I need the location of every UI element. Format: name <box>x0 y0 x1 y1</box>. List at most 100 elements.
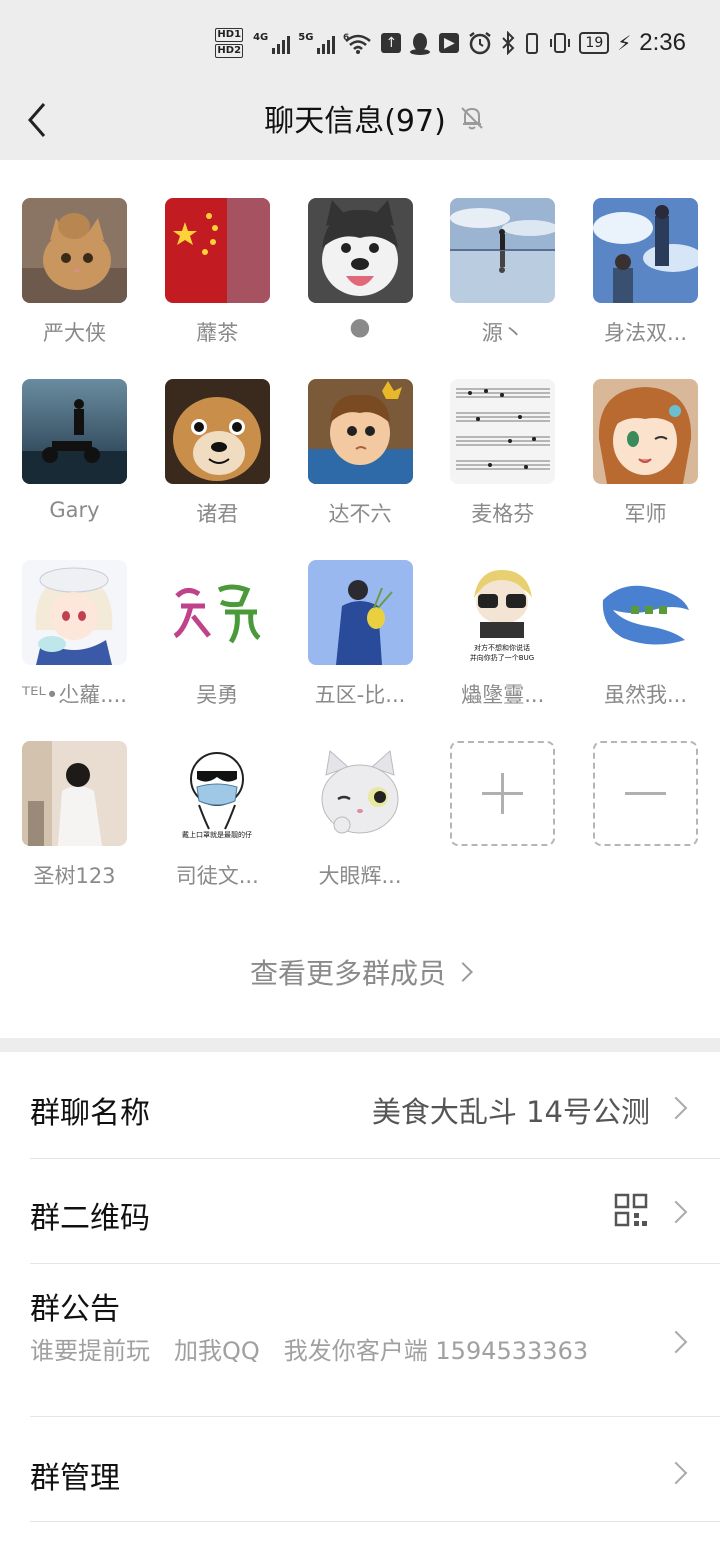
member-item[interactable]: 达不六 <box>307 379 413 560</box>
group-name-row[interactable]: 群聊名称 美食大乱斗 14号公测 <box>0 1052 720 1158</box>
notice-label: 群公告 <box>30 1292 120 1327</box>
bluetooth-icon <box>502 31 515 55</box>
avatar <box>307 198 413 303</box>
signal-5g-icon: 5G <box>298 32 336 54</box>
plus-icon <box>450 741 556 846</box>
member-name: 身法双... <box>603 321 688 345</box>
member-name: 军师 <box>624 502 667 526</box>
page-title: 聊天信息(97) <box>264 104 446 139</box>
notice-text: 谁要提前玩 加我QQ 我发你客户端 1594533363 <box>30 1337 589 1365</box>
wifi-icon: 6 <box>343 33 372 54</box>
member-item[interactable]: 源丶 <box>450 198 556 379</box>
member-name: 蘼茶 <box>196 321 239 345</box>
svg-text:并向你扔了一个BUG: 并向你扔了一个BUG <box>470 653 534 662</box>
avatar: 戴上口罩就是最靓的仔 <box>164 741 270 846</box>
avatar <box>22 560 127 665</box>
member-item[interactable]: 诸君 <box>164 379 270 560</box>
avatar <box>22 198 127 303</box>
avatar <box>307 741 413 846</box>
member-name: 五区-比... <box>314 683 406 707</box>
svg-text:戴上口罩就是最靓的仔: 戴上口罩就是最靓的仔 <box>182 830 252 839</box>
qr-code-row[interactable]: 群二维码 <box>0 1159 720 1263</box>
member-item[interactable]: 军师 <box>593 379 698 560</box>
member-item[interactable]: 大眼辉... <box>307 741 413 922</box>
member-name: 圣树123 <box>33 864 116 888</box>
member-item[interactable]: 麦格芬 <box>450 379 556 560</box>
hd2-label: HD2 <box>215 44 244 58</box>
avatar <box>450 198 556 303</box>
member-item[interactable]: ᵀᴱᴸ•尐蘿.... <box>22 560 127 741</box>
avatar <box>307 560 413 665</box>
member-name: 吴勇 <box>196 683 239 707</box>
signal-4g-icon: 4G <box>253 32 291 54</box>
member-item[interactable]: Gary <box>22 379 127 560</box>
group-name-label: 群聊名称 <box>30 1096 150 1131</box>
chevron-right-icon <box>664 1461 688 1485</box>
member-item[interactable]: 身法双... <box>593 198 698 379</box>
qq-icon <box>410 33 431 55</box>
member-item[interactable]: 对方不想和你说话 并向你扔了一个BUG 爞墬靊... <box>450 560 556 741</box>
remove-member-button[interactable] <box>593 741 698 922</box>
member-item[interactable]: 五区-比... <box>307 560 413 741</box>
chevron-right-icon <box>664 1330 688 1354</box>
qr-code-label: 群二维码 <box>30 1201 150 1236</box>
member-item[interactable]: 🌑 <box>307 198 413 379</box>
battery-icon: 19 <box>579 32 610 54</box>
status-icons: HD1 HD2 4G 5G 6 ↑ ▶ 19 ⚡ 2:36 <box>215 28 686 58</box>
member-item[interactable]: 严大侠 <box>22 198 127 379</box>
manage-label: 群管理 <box>30 1461 120 1496</box>
member-name: 🌑 <box>349 317 371 341</box>
clock: 2:36 <box>639 29 686 56</box>
member-name: 爞墬靊... <box>461 683 545 707</box>
member-name: 司徒文... <box>175 864 259 888</box>
manage-row[interactable]: 群管理 <box>0 1417 720 1521</box>
avatar <box>164 379 270 484</box>
member-item[interactable]: 戴上口罩就是最靓的仔司徒文... <box>164 741 270 922</box>
member-name: ᵀᴱᴸ•尐蘿.... <box>22 683 127 707</box>
avatar <box>164 198 270 303</box>
alarm-icon <box>469 32 492 55</box>
chevron-right-icon <box>664 1096 688 1120</box>
qr-code-icon <box>614 1193 648 1227</box>
member-item[interactable]: 圣树123 <box>22 741 127 922</box>
avatar <box>22 379 127 484</box>
avatar: 对方不想和你说话 并向你扔了一个BUG <box>450 560 556 665</box>
hd1-label: HD1 <box>215 28 244 42</box>
minus-icon <box>593 741 698 846</box>
member-item[interactable]: 蘼茶 <box>164 198 270 379</box>
network-5g-label: 5G <box>298 32 314 43</box>
add-member-button[interactable] <box>450 741 556 922</box>
avatar <box>593 560 698 665</box>
member-name: 严大侠 <box>43 321 106 345</box>
member-name: 源丶 <box>481 321 524 345</box>
avatar <box>593 379 698 484</box>
app-icon: ▶ <box>439 33 460 53</box>
divider <box>30 1521 720 1522</box>
member-name: 大眼辉... <box>318 864 402 888</box>
battery-saver-icon <box>526 33 539 54</box>
member-name: 麦格芬 <box>471 502 535 526</box>
avatar <box>164 560 270 665</box>
vibrate-icon <box>550 33 571 53</box>
member-name: Gary <box>49 498 100 522</box>
members-panel: 严大侠 蘼茶 🌑 源丶 身法双... Gary 诸君 达不六 麦格芬 军师 ᵀᴱᴸ•尐蘿.... 吴勇… <box>0 160 720 1038</box>
chevron-right-icon <box>664 1200 688 1224</box>
status-bar: HD1 HD2 4G 5G 6 ↑ ▶ 19 ⚡ 2:36 <box>0 0 720 86</box>
charging-icon: ⚡ <box>617 31 632 55</box>
member-grid: 严大侠 蘼茶 🌑 源丶 身法双... Gary 诸君 达不六 麦格芬 军师 ᵀᴱᴸ•尐蘿.... 吴勇… <box>22 198 698 922</box>
notice-row[interactable]: 群公告 谁要提前玩 加我QQ 我发你客户端 1594533363 <box>0 1264 720 1416</box>
bell-off-icon <box>461 107 483 130</box>
avatar <box>450 379 556 484</box>
member-name: 达不六 <box>328 502 392 526</box>
avatar <box>22 741 127 846</box>
page-title-container: 聊天信息(97) <box>0 96 720 140</box>
avatar <box>307 379 413 484</box>
nav-bar: 聊天信息(97) <box>0 86 720 160</box>
more-members-link[interactable]: 查看更多群成员 <box>0 952 720 992</box>
chevron-right-icon <box>453 962 473 982</box>
member-item[interactable]: 虽然我... <box>593 560 698 741</box>
member-item[interactable]: 吴勇 <box>164 560 270 741</box>
group-name-value: 美食大乱斗 14号公测 <box>371 1095 650 1129</box>
svg-text:对方不想和你说话: 对方不想和你说话 <box>474 643 530 652</box>
network-4g-label: 4G <box>253 32 269 43</box>
